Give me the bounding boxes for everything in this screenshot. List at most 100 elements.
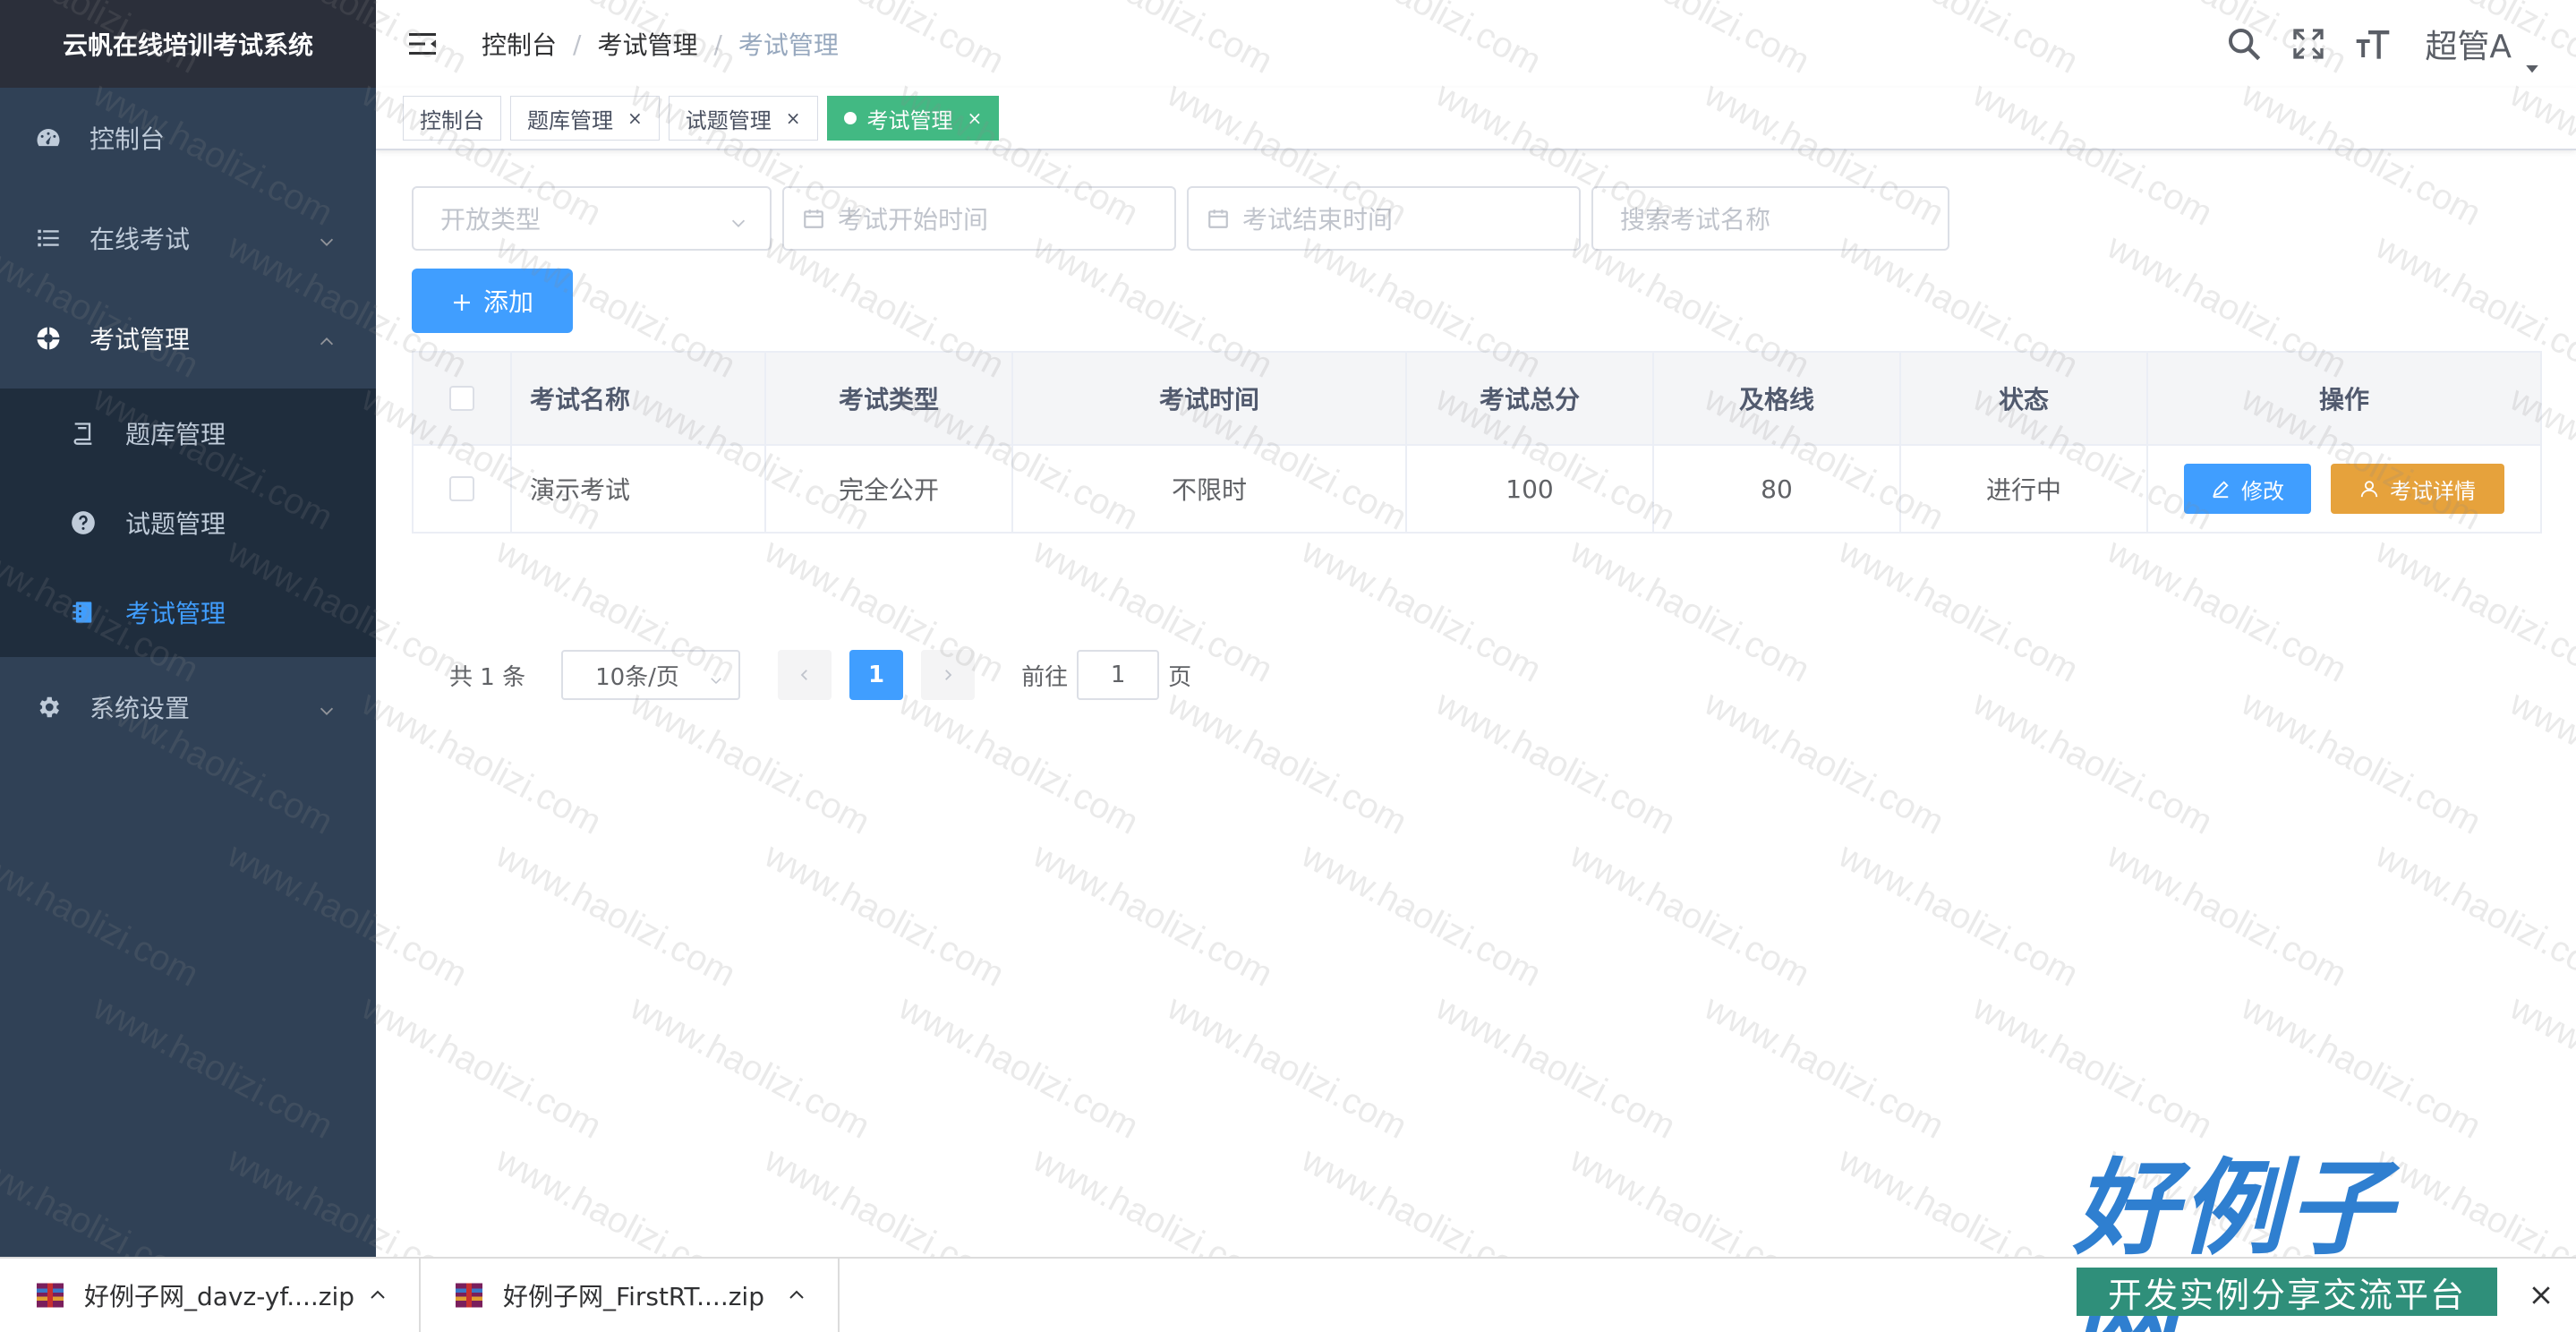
cell-total-score: 100 <box>1407 446 1654 532</box>
breadcrumb-item-exam-management[interactable]: 考试管理 <box>597 26 697 62</box>
edit-button[interactable]: 修改 <box>2184 464 2311 514</box>
hamburger-icon[interactable] <box>406 28 439 60</box>
column-header: 考试时间 <box>1013 353 1407 444</box>
sidebar-item-label: 控制台 <box>90 124 166 154</box>
tag-dashboard[interactable]: 控制台 <box>403 96 501 141</box>
archive-file-icon <box>34 1279 66 1311</box>
download-item[interactable]: 好例子网_FirstRT....zip <box>421 1258 840 1332</box>
cell-status: 进行中 <box>1901 446 2148 532</box>
sidebar-item-label: 在线考试 <box>90 225 191 254</box>
column-header: 考试类型 <box>766 353 1013 444</box>
aperture-icon <box>34 324 63 353</box>
chevron-down-icon <box>708 668 724 685</box>
exam-table: 考试名称 考试类型 考试时间 考试总分 及格线 状态 操作 演示考试 完全公开 … <box>412 351 2542 534</box>
sidebar-subitem-questions[interactable]: 试题管理 <box>0 478 376 568</box>
tag-question-bank[interactable]: 题库管理 × <box>510 96 660 141</box>
edit-icon <box>2211 479 2231 499</box>
page-number-current[interactable]: 1 <box>849 650 904 700</box>
add-button[interactable]: 添加 <box>412 269 573 333</box>
cell-exam-name: 演示考试 <box>512 446 766 532</box>
chevron-down-icon <box>317 228 337 248</box>
sidebar: 云帆在线培训考试系统 控制台 在线考试 考试管理 题库管理 试题管理 考试管理 … <box>0 0 376 1257</box>
column-header: 考试名称 <box>512 353 766 444</box>
end-time-placeholder: 考试结束时间 <box>1242 205 1394 235</box>
chevron-left-icon <box>800 670 807 680</box>
sidebar-subitem-question-bank[interactable]: 题库管理 <box>0 388 376 478</box>
close-icon[interactable]: × <box>786 107 801 129</box>
sidebar-item-label: 考试管理 <box>90 325 191 354</box>
tag-exam-management[interactable]: 考试管理 × <box>826 96 1000 141</box>
select-all-checkbox[interactable] <box>449 386 474 411</box>
close-icon[interactable]: × <box>968 107 983 129</box>
font-size-icon[interactable] <box>2355 26 2391 62</box>
sidebar-subitem-label: 试题管理 <box>125 509 226 539</box>
exam-detail-button[interactable]: 考试详情 <box>2331 464 2504 514</box>
breadcrumb-item-current: 考试管理 <box>738 30 839 60</box>
add-button-label: 添加 <box>482 287 533 317</box>
app-logo-title: 云帆在线培训考试系统 <box>0 0 376 88</box>
goto-page-input[interactable]: 1 <box>1077 650 1160 700</box>
sidebar-item-settings[interactable]: 系统设置 <box>0 657 376 757</box>
start-time-picker[interactable]: 考试开始时间 <box>782 186 1176 251</box>
sidebar-item-online-exam[interactable]: 在线考试 <box>0 188 376 288</box>
fullscreen-icon[interactable] <box>2290 26 2326 62</box>
calendar-icon <box>1207 207 1230 230</box>
header-select-cell <box>414 353 512 444</box>
row-checkbox[interactable] <box>449 476 474 501</box>
question-icon <box>70 509 97 536</box>
close-download-bar-icon[interactable] <box>2528 1282 2555 1309</box>
calendar-icon <box>802 207 825 230</box>
goto-page: 前往 1 页 <box>1021 650 1191 700</box>
download-file-name: 好例子网_FirstRT....zip <box>503 1282 764 1311</box>
cell-pass-line: 80 <box>1654 446 1901 532</box>
user-name: 超管A <box>2425 29 2512 65</box>
tags-view: 控制台 题库管理 × 试题管理 × 考试管理 × <box>376 88 2576 150</box>
user-menu[interactable]: 超管A <box>2425 21 2540 73</box>
chevron-right-icon <box>945 670 952 680</box>
cell-exam-time: 不限时 <box>1013 446 1407 532</box>
breadcrumb-item-dashboard[interactable]: 控制台 <box>482 26 557 62</box>
archive-file-icon <box>453 1279 485 1311</box>
search-placeholder: 搜索考试名称 <box>1620 205 1771 235</box>
end-time-picker[interactable]: 考试结束时间 <box>1187 186 1581 251</box>
page-size-select[interactable]: 10条/页 <box>561 650 741 700</box>
brand-logo: 好例子网 开发实例分享交流平台 <box>2073 1155 2499 1332</box>
search-icon[interactable] <box>2226 26 2262 62</box>
goto-suffix: 页 <box>1168 663 1192 691</box>
main-content: 开放类型 考试开始时间 考试结束时间 搜索考试名称 添加 考试名称 考试类型 考… <box>376 152 2576 1257</box>
prev-page-button[interactable] <box>778 650 832 700</box>
tag-label: 控制台 <box>420 107 484 133</box>
row-select-cell <box>414 446 512 532</box>
column-header: 操作 <box>2318 385 2369 414</box>
filter-bar: 开放类型 考试开始时间 考试结束时间 搜索考试名称 <box>412 186 1960 251</box>
list-icon <box>34 224 63 252</box>
sidebar-item-exam-management[interactable]: 考试管理 <box>0 288 376 388</box>
tag-label: 试题管理 <box>685 107 772 133</box>
next-page-button[interactable] <box>921 650 976 700</box>
header-actions: 超管A <box>2226 0 2540 88</box>
active-dot-icon <box>843 112 857 124</box>
tag-label: 题库管理 <box>527 107 613 133</box>
page-size-value: 10条/页 <box>595 663 679 691</box>
gear-icon <box>34 693 63 722</box>
close-icon[interactable]: × <box>627 107 643 129</box>
tag-questions[interactable]: 试题管理 × <box>668 96 818 141</box>
open-type-select[interactable]: 开放类型 <box>412 186 772 251</box>
sidebar-subitem-label: 考试管理 <box>125 599 226 628</box>
cell-actions: 修改 考试详情 <box>2148 446 2540 532</box>
plus-icon <box>451 290 473 312</box>
open-type-placeholder: 开放类型 <box>440 205 542 235</box>
chevron-up-icon[interactable] <box>786 1285 807 1306</box>
edit-button-label: 修改 <box>2241 478 2284 504</box>
search-input[interactable]: 搜索考试名称 <box>1591 186 1949 251</box>
download-item[interactable]: 好例子网_davz-yf....zip <box>0 1258 421 1332</box>
sidebar-item-dashboard[interactable]: 控制台 <box>0 88 376 188</box>
sidebar-subitem-exams[interactable]: 考试管理 <box>0 568 376 657</box>
caret-down-icon <box>2524 47 2540 73</box>
sidebar-subitem-label: 题库管理 <box>125 420 226 449</box>
breadcrumb-separator: / <box>573 29 582 59</box>
table-row: 演示考试 完全公开 不限时 100 80 进行中 修改 考试详情 <box>414 446 2540 532</box>
breadcrumb: 控制台 / 考试管理 / 考试管理 <box>482 26 839 62</box>
pagination: 共 1 条 10条/页 1 前往 1 页 <box>449 650 1191 700</box>
chevron-up-icon[interactable] <box>367 1285 388 1306</box>
